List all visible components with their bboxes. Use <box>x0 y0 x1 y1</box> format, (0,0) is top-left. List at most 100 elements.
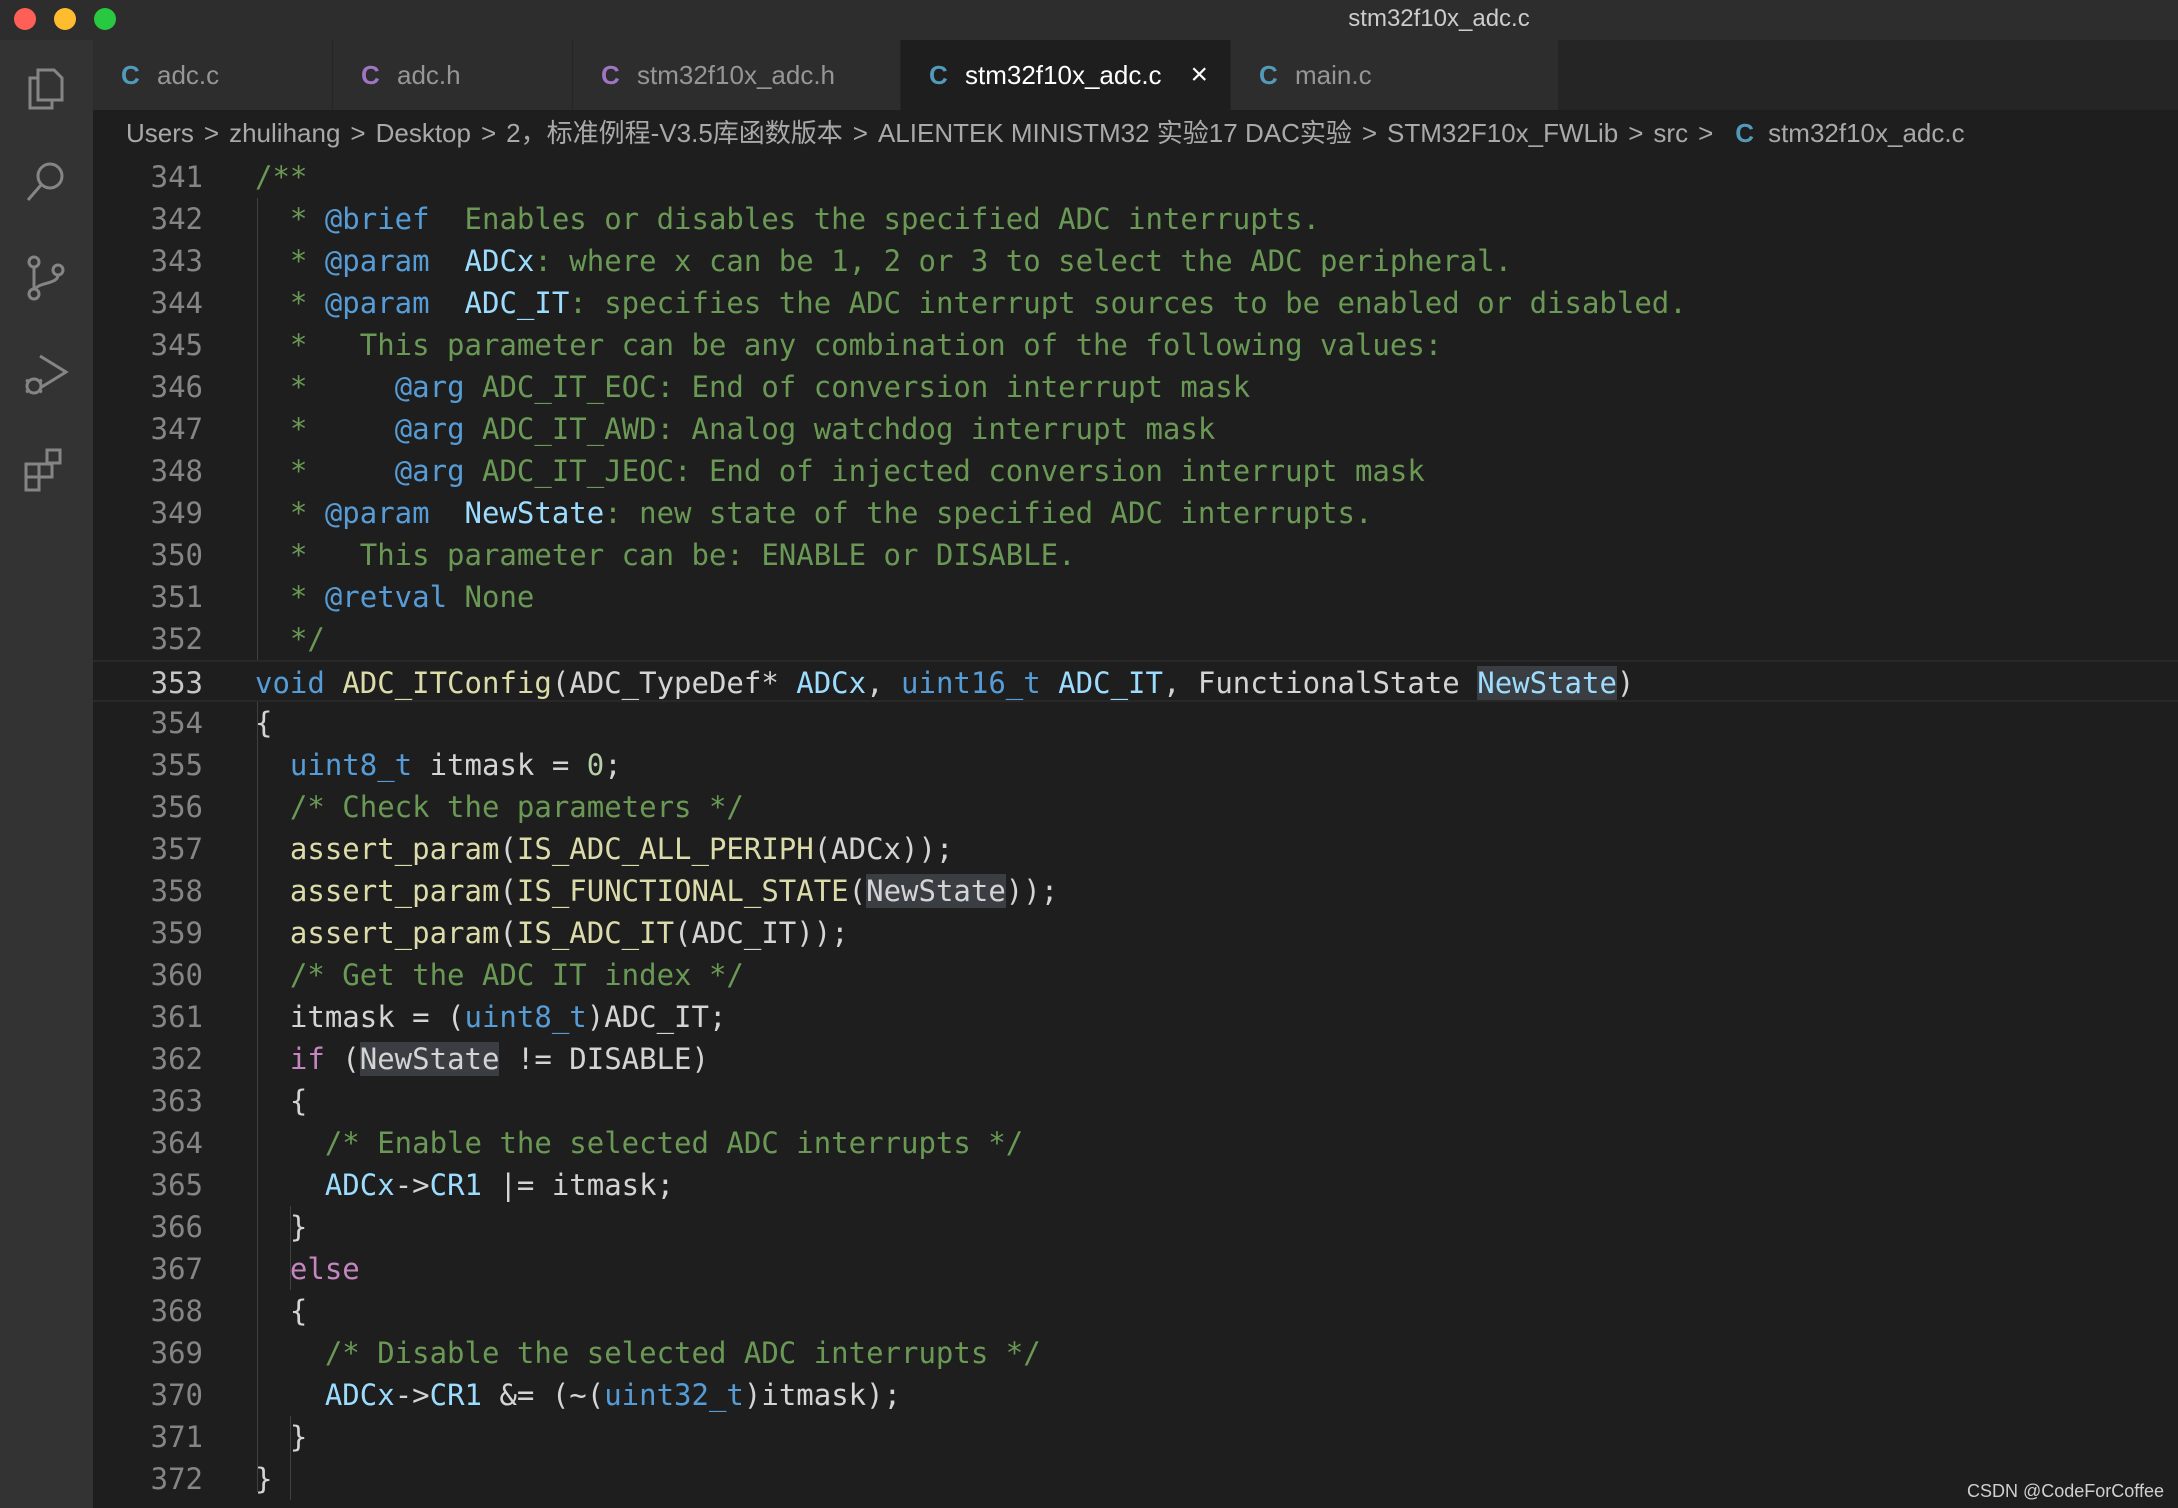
code-editor[interactable]: 341 /** 342 * @brief Enables or disables t… <box>93 156 2178 1508</box>
code-line[interactable]: 364 /* Enable the selected ADC interrupt… <box>93 1122 2178 1164</box>
code-line[interactable]: 356 /* Check the parameters */ <box>93 786 2178 828</box>
source-control-icon[interactable] <box>20 252 72 304</box>
code-line[interactable]: 371 } <box>93 1416 2178 1458</box>
chevron-right-icon: > <box>852 118 868 148</box>
line-number: 352 <box>150 622 203 656</box>
breadcrumb-item[interactable]: Users <box>126 110 194 156</box>
code-line[interactable]: 353 void ADC_ITConfig(ADC_TypeDef* ADCx, … <box>93 660 2178 702</box>
code-text: } <box>255 1420 308 1454</box>
code-line[interactable]: 342 * @brief Enables or disables the spe… <box>93 198 2178 240</box>
breadcrumb: Users > zhulihang > Desktop >2，标准例程-V3.5库函数版本… <box>93 110 2178 156</box>
code-line[interactable]: 362 if (NewState != DISABLE) <box>93 1038 2178 1080</box>
line-number: 351 <box>150 580 203 614</box>
code-line[interactable]: 354 { <box>93 702 2178 744</box>
code-line[interactable]: 359 assert_param(IS_ADC_IT(ADC_IT)); <box>93 912 2178 954</box>
tab-label: adc.c <box>157 60 220 90</box>
line-number: 342 <box>150 202 203 236</box>
code-text: { <box>255 1294 308 1328</box>
code-line[interactable]: 345 * This parameter can be any combinat… <box>93 324 2178 366</box>
line-number: 364 <box>150 1126 203 1160</box>
code-line[interactable]: 361 itmask = (uint8_t)ADC_IT; <box>93 996 2178 1038</box>
breadcrumb-item[interactable]: ALIENTEK MINISTM32 实验17 DAC实验 <box>878 110 1352 156</box>
vscode-window: stm32f10x_adc.c C adc.c C adc.h C stm32f… <box>0 0 2178 1508</box>
code-line[interactable]: 348 * @arg ADC_IT_JEOC: End of injected … <box>93 450 2178 492</box>
line-number: 363 <box>150 1084 203 1118</box>
code-text: * @arg ADC_IT_AWD: Analog watchdog inter… <box>255 412 1216 446</box>
line-number: 367 <box>150 1252 203 1286</box>
line-number: 370 <box>150 1378 203 1412</box>
line-number: 341 <box>150 160 203 194</box>
code-text: { <box>255 1084 308 1118</box>
line-number: 347 <box>150 412 203 446</box>
breadcrumb-item[interactable]: src <box>1653 110 1688 156</box>
code-text: * @arg ADC_IT_EOC: End of conversion int… <box>255 370 1251 404</box>
explorer-icon[interactable] <box>20 62 72 114</box>
code-line[interactable]: 355 uint8_t itmask = 0; <box>93 744 2178 786</box>
line-number: 368 <box>150 1294 203 1328</box>
code-line[interactable]: 360 /* Get the ADC IT index */ <box>93 954 2178 996</box>
line-number: 360 <box>150 958 203 992</box>
code-text: { <box>255 706 273 740</box>
line-number: 343 <box>150 244 203 278</box>
code-text: } <box>255 1210 308 1244</box>
extensions-icon[interactable] <box>20 444 72 496</box>
code-line[interactable]: 370 ADCx->CR1 &= (~(uint32_t)itmask); <box>93 1374 2178 1416</box>
code-line[interactable]: 347 * @arg ADC_IT_AWD: Analog watchdog i… <box>93 408 2178 450</box>
line-number: 344 <box>150 286 203 320</box>
tab-stm32f10x-adc-c[interactable]: C stm32f10x_adc.c × <box>901 40 1231 110</box>
line-number: 357 <box>150 832 203 866</box>
code-line[interactable]: 369 /* Disable the selected ADC interrup… <box>93 1332 2178 1374</box>
code-line[interactable]: 341 /** <box>93 156 2178 198</box>
code-line[interactable]: 372} <box>93 1458 2178 1500</box>
code-text: /* Enable the selected ADC interrupts */ <box>324 1126 1024 1160</box>
line-number: 365 <box>150 1168 203 1202</box>
line-number: 366 <box>150 1210 203 1244</box>
breadcrumb-item[interactable]: 2，标准例程-V3.5库函数版本 <box>506 110 843 156</box>
chevron-right-icon: > <box>1698 118 1714 148</box>
code-line[interactable]: 352 */ <box>93 618 2178 660</box>
code-line[interactable]: 346 * @arg ADC_IT_EOC: End of conversion… <box>93 366 2178 408</box>
tab-adc-c[interactable]: C adc.c <box>93 40 333 110</box>
code-text: void ADC_ITConfig(ADC_TypeDef* ADCx, uin… <box>255 666 1635 700</box>
code-line[interactable]: 366 } <box>93 1206 2178 1248</box>
editor-tab-bar: C adc.c C adc.h C stm32f10x_adc.h C stm3… <box>93 40 2178 110</box>
chevron-right-icon: > <box>1628 118 1644 148</box>
tab-adc-h[interactable]: C adc.h <box>333 40 573 110</box>
breadcrumb-item[interactable]: Desktop <box>376 110 471 156</box>
tab-stm32f10x-adc-h[interactable]: C stm32f10x_adc.h <box>573 40 901 110</box>
breadcrumb-item[interactable]: STM32F10x_FWLib <box>1387 110 1618 156</box>
code-text: * This parameter can be any combination … <box>255 328 1443 362</box>
code-line[interactable]: 358 assert_param(IS_FUNCTIONAL_STATE(New… <box>93 870 2178 912</box>
chevron-right-icon: > <box>480 118 497 148</box>
code-line[interactable]: 349 * @param NewState: new state of the … <box>93 492 2178 534</box>
tab-main-c[interactable]: C main.c <box>1231 40 1559 110</box>
breadcrumb-file[interactable]: stm32f10x_adc.c <box>1768 110 1965 156</box>
code-line[interactable]: 357 assert_param(IS_ADC_ALL_PERIPH(ADCx)… <box>93 828 2178 870</box>
code-line[interactable]: 350 * This parameter can be: ENABLE or D… <box>93 534 2178 576</box>
line-number: 346 <box>150 370 203 404</box>
line-number: 350 <box>150 538 203 572</box>
code-text: * @brief Enables or disables the specifi… <box>255 202 1321 236</box>
close-icon[interactable]: × <box>1190 40 1208 110</box>
c-file-icon: C <box>1259 60 1278 90</box>
code-line[interactable]: 367 else <box>93 1248 2178 1290</box>
line-number: 354 <box>150 706 203 740</box>
code-line[interactable]: 365 ADCx->CR1 |= itmask; <box>93 1164 2178 1206</box>
code-text: assert_param(IS_ADC_IT(ADC_IT)); <box>289 916 849 950</box>
code-line[interactable]: 343 * @param ADCx: where x can be 1, 2 o… <box>93 240 2178 282</box>
code-line[interactable]: 351 * @retval None <box>93 576 2178 618</box>
code-line[interactable]: 363 { <box>93 1080 2178 1122</box>
code-text: uint8_t itmask = 0; <box>289 748 622 782</box>
code-text: else <box>289 1252 360 1286</box>
search-icon[interactable] <box>20 156 72 208</box>
activity-bar <box>0 40 93 1508</box>
code-text: if (NewState != DISABLE) <box>289 1042 709 1076</box>
tab-label: stm32f10x_adc.h <box>637 60 836 90</box>
code-text: ADCx->CR1 |= itmask; <box>324 1168 675 1202</box>
watermark: CSDN @CodeForCoffee <box>1966 1481 2164 1501</box>
run-debug-icon[interactable] <box>20 348 72 400</box>
c-file-icon: C <box>929 60 948 90</box>
breadcrumb-item[interactable]: zhulihang <box>229 110 340 156</box>
code-line[interactable]: 344 * @param ADC_IT: specifies the ADC i… <box>93 282 2178 324</box>
code-line[interactable]: 368 { <box>93 1290 2178 1332</box>
